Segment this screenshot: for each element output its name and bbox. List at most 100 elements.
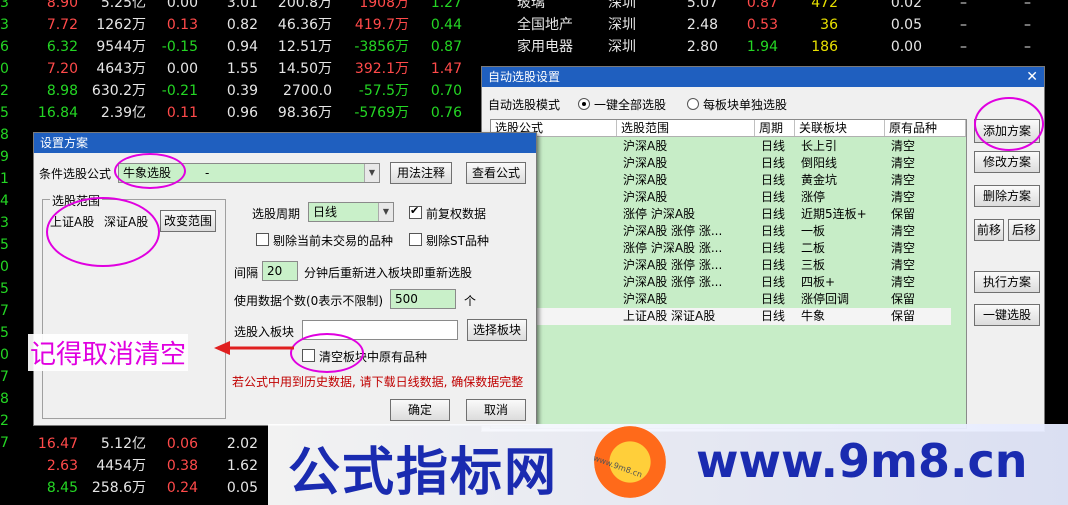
stock-cell: 392.1万: [354, 61, 409, 77]
stock-cell: 0.96: [226, 105, 258, 121]
stock-row[interactable]: 2.63 4454万 0.38 1.62: [0, 455, 270, 477]
stock-cell: 2.63: [46, 458, 78, 474]
view-formula-button[interactable]: 查看公式: [466, 162, 526, 184]
delete-scheme-button[interactable]: 删除方案: [974, 185, 1040, 207]
mode-each-radio[interactable]: [687, 98, 699, 110]
table-cell: 保留: [891, 292, 916, 306]
one-key-pick-button[interactable]: 一键选股: [974, 304, 1040, 326]
table-row[interactable]: 涨停 沪深A股 涨... 日线 二板 清空: [491, 240, 951, 257]
chevron-down-icon[interactable]: ▼: [378, 203, 393, 221]
sector-row[interactable]: 家用电器 深圳 2.80 1.94 186 0.00 – –: [0, 36, 1068, 58]
sector-cell: –: [1024, 0, 1031, 11]
chevron-down-icon[interactable]: ▼: [364, 164, 379, 182]
table-row[interactable]: 影沪深A股日线长上引清空: [491, 138, 951, 155]
sector-row[interactable]: 玻璃 深圳 5.07 0.87 472 0.02 – –: [0, 0, 1068, 14]
table-cell: 日线: [761, 241, 786, 255]
stock-row[interactable]: 8.45 258.6万 0.24 0.05: [0, 477, 270, 499]
move-up-button[interactable]: 前移: [974, 219, 1004, 241]
table-cell: 三板: [801, 258, 826, 272]
table-row[interactable]: 坑沪深A股日线黄金坑清空: [491, 172, 951, 189]
stock-cell: 0.39: [226, 83, 258, 99]
stock-cell: 4454万: [96, 458, 146, 474]
auto-pick-title: 自动选股设置: [488, 70, 561, 84]
edge-digit: 7: [0, 303, 9, 319]
stock-cell: 8.98: [46, 83, 78, 99]
table-cell: 日线: [761, 139, 786, 153]
sector-row[interactable]: 全国地产 深圳 2.48 0.53 36 0.05 – –: [0, 14, 1068, 36]
table-cell: 沪深A股 涨停 涨...: [623, 224, 723, 238]
exclude-untraded-checkbox[interactable]: [256, 233, 269, 246]
formula-label: 条件选股公式: [39, 167, 112, 181]
exclude-st-label[interactable]: 剔除ST品种: [426, 232, 489, 249]
stock-row[interactable]: 8.98 630.2万 -0.21 0.39 2700.0 -57.5万 0.70: [0, 80, 470, 102]
exclude-st-checkbox[interactable]: [409, 233, 422, 246]
mode-all-radio[interactable]: [578, 98, 590, 110]
mode-all-label[interactable]: 一键全部选股: [594, 96, 666, 113]
count-input[interactable]: 500: [390, 289, 456, 309]
stock-row[interactable]: 16.47 5.12亿 0.06 2.02: [0, 433, 270, 455]
stock-cell: 1.55: [226, 61, 258, 77]
stock-cell: 16.84: [37, 105, 78, 121]
table-row[interactable]: 沪深A股 涨停 涨... 日线 三板 清空: [491, 257, 951, 274]
site-logo: www.9m8.cn: [592, 426, 666, 498]
restore-label[interactable]: 前复权数据: [426, 205, 486, 222]
close-icon[interactable]: ✕: [1026, 67, 1038, 87]
interval-input[interactable]: 20: [262, 261, 298, 281]
annotation-arrow: [214, 341, 294, 355]
change-range-button[interactable]: 改变范围: [160, 210, 216, 232]
sector-cell: 玻璃: [517, 0, 545, 11]
table-cell: 清空: [891, 156, 916, 170]
table-row[interactable]: +沪深A股 涨停 涨...日线四板+清空: [491, 274, 951, 291]
run-scheme-button[interactable]: 执行方案: [974, 271, 1040, 293]
sector-cell: 深圳: [608, 39, 636, 55]
table-row[interactable]: 复盘沪深A股日线涨停清空: [491, 189, 951, 206]
stock-cell: 8.45: [46, 480, 78, 496]
sector-cell: 深圳: [608, 17, 636, 33]
edit-scheme-button[interactable]: 修改方案: [974, 151, 1040, 173]
table-cell: 长上引: [801, 139, 838, 153]
edge-digit: 5: [0, 105, 9, 121]
table-cell: 黄金坑: [801, 173, 838, 187]
table-column-header[interactable]: 原有品种: [885, 120, 966, 136]
stock-cell: 4643万: [96, 61, 146, 77]
stock-cell: 14.50万: [277, 61, 332, 77]
sector-cell: 186: [811, 39, 838, 55]
stock-cell: 16.47: [37, 436, 78, 452]
table-column-header[interactable]: 周期: [755, 120, 795, 136]
ok-button[interactable]: 确定: [390, 399, 450, 421]
table-column-header[interactable]: 关联板块: [795, 120, 885, 136]
move-down-button[interactable]: 后移: [1008, 219, 1040, 241]
table-row[interactable]: 回调沪深A股日线涨停回调保留: [491, 291, 951, 308]
edge-digit: 5: [0, 281, 9, 297]
table-row[interactable]: 反包沪深A股日线倒阳线清空: [491, 155, 951, 172]
table-cell: 清空: [891, 224, 916, 238]
edge-digit: 0: [0, 259, 9, 275]
stock-cell: 98.36万: [277, 105, 332, 121]
table-cell: 日线: [761, 156, 786, 170]
stock-row[interactable]: 7.20 4643万 0.00 1.55 14.50万 392.1万 1.47: [0, 58, 470, 80]
restore-checkbox[interactable]: ✔: [409, 204, 422, 219]
period-select[interactable]: 日线 ▼: [308, 202, 394, 222]
table-cell: 日线: [761, 292, 786, 306]
table-cell: 清空: [891, 190, 916, 204]
usage-note-button[interactable]: 用法注释: [390, 162, 452, 184]
scheme-dialog: 设置方案 条件选股公式 牛象选股 - ▼ 用法注释 查看公式 选股范围 上证A股…: [33, 132, 537, 426]
table-row[interactable]: 沪深A股 涨停 涨... 日线 一板 清空: [491, 223, 951, 240]
auto-pick-title-bar: 自动选股设置 ✕: [482, 67, 1044, 87]
table-row[interactable]: 5连板涨停 沪深A股日线近期5连板+保留: [491, 206, 951, 223]
choose-block-button[interactable]: 选择板块: [467, 319, 527, 341]
table-row[interactable]: 选股上证A股 深证A股日线牛象保留: [491, 308, 951, 325]
exclude-untraded-label[interactable]: 剔除当前未交易的品种: [273, 232, 393, 249]
table-column-header[interactable]: 选股范围: [617, 120, 755, 136]
cancel-button[interactable]: 取消: [466, 399, 526, 421]
mode-each-label[interactable]: 每板块单独选股: [703, 96, 787, 113]
table-cell: 日线: [761, 207, 786, 221]
stock-row[interactable]: 16.84 2.39亿 0.11 0.96 98.36万 -5769万 0.76: [0, 102, 470, 124]
table-cell: 日线: [761, 173, 786, 187]
table-cell: 涨停 沪深A股: [623, 207, 696, 221]
warning-text: 若公式中用到历史数据, 请下载日线数据, 确保数据完整: [232, 375, 524, 389]
table-cell: 四板+: [801, 275, 836, 289]
period-label: 选股周期: [252, 207, 301, 221]
interval-suffix: 分钟后重新进入板块即重新选股: [304, 266, 473, 280]
table-cell: 清空: [891, 275, 916, 289]
